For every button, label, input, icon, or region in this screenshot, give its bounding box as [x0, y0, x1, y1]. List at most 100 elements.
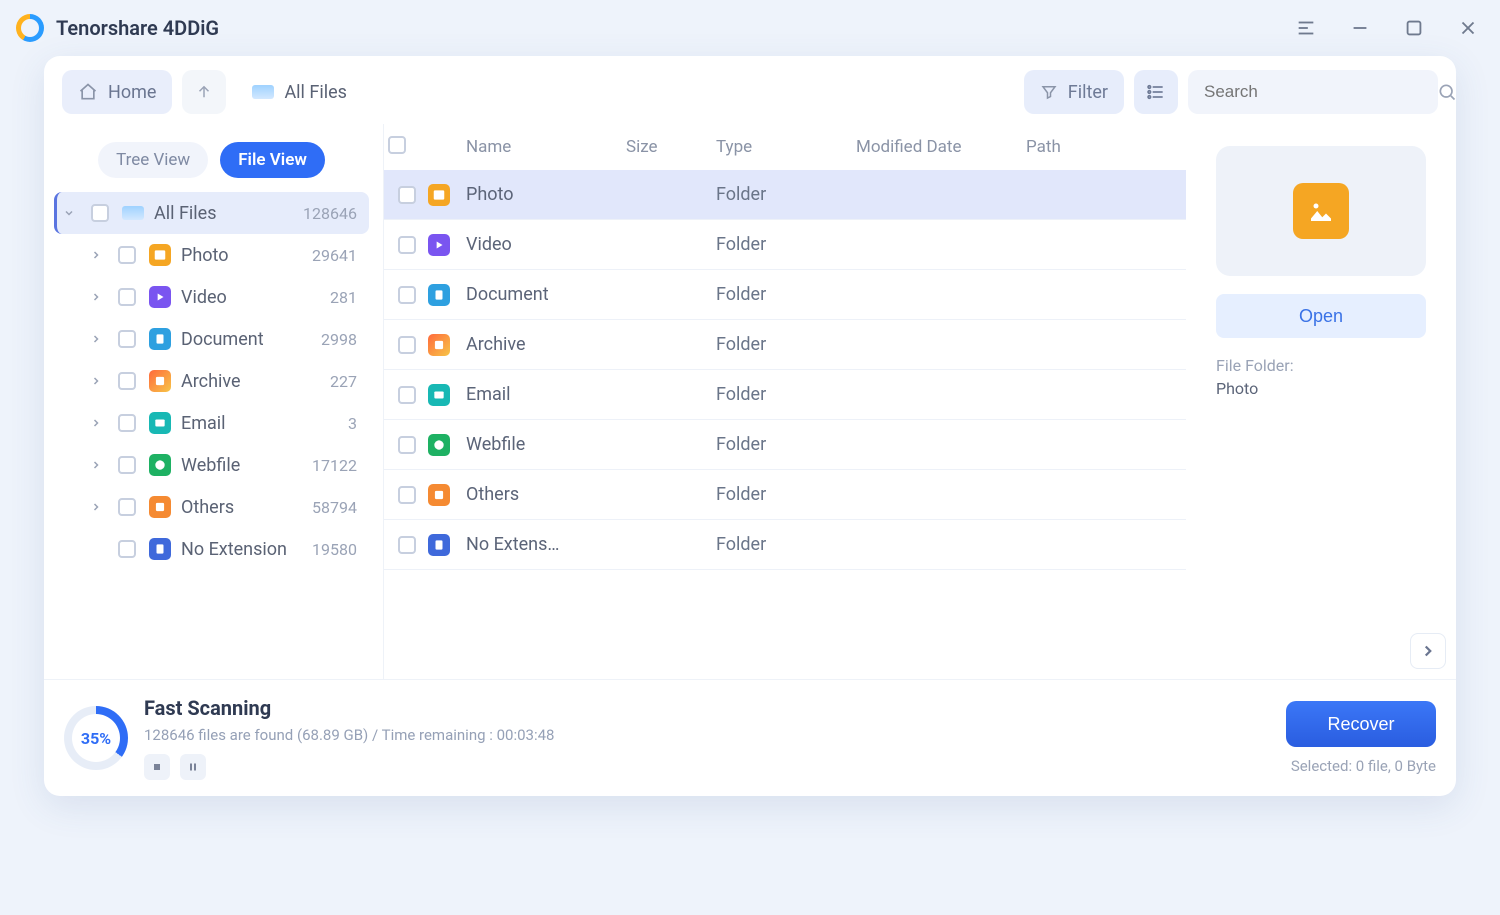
list-row[interactable]: Email Folder	[384, 370, 1186, 420]
email-icon	[149, 412, 171, 434]
close-button[interactable]	[1454, 14, 1482, 42]
tree-root-checkbox[interactable]	[91, 204, 109, 222]
row-name: Webfile	[466, 434, 626, 455]
webfile-icon	[149, 454, 171, 476]
minimize-button[interactable]	[1346, 14, 1374, 42]
progress-percent: 35%	[81, 729, 111, 748]
row-checkbox[interactable]	[398, 186, 416, 204]
search-box[interactable]	[1188, 70, 1438, 114]
document-icon	[428, 284, 466, 306]
tree-item-photo[interactable]: Photo 29641	[54, 234, 369, 276]
tree-item-document[interactable]: Document 2998	[54, 318, 369, 360]
up-button[interactable]	[182, 70, 226, 114]
view-mode-button[interactable]	[1134, 70, 1178, 114]
preview-meta: File Folder: Photo	[1216, 356, 1426, 398]
menu-icon[interactable]	[1292, 14, 1320, 42]
tree-item-video[interactable]: Video 281	[54, 276, 369, 318]
home-button[interactable]: Home	[62, 70, 172, 114]
breadcrumb-label: All Files	[284, 82, 347, 103]
tree-item-checkbox[interactable]	[118, 414, 136, 432]
row-checkbox[interactable]	[398, 536, 416, 554]
list-header: Name Size Type Modified Date Path	[384, 124, 1186, 170]
chevron-right-icon	[90, 459, 104, 471]
tree-item-checkbox[interactable]	[118, 498, 136, 516]
noext-icon: ?	[428, 534, 466, 556]
tree-root-label: All Files	[154, 203, 293, 224]
list-row[interactable]: Video Folder	[384, 220, 1186, 270]
status-right: Recover Selected: 0 file, 0 Byte	[1286, 701, 1436, 775]
header-path[interactable]: Path	[1026, 137, 1176, 157]
next-button[interactable]	[1410, 633, 1446, 669]
archive-icon	[149, 370, 171, 392]
tree-item-webfile[interactable]: Webfile 17122	[54, 444, 369, 486]
tree-item-checkbox[interactable]	[118, 246, 136, 264]
chevron-right-icon	[90, 249, 104, 261]
tree-item-label: Webfile	[181, 455, 302, 476]
app-title: Tenorshare 4DDiG	[56, 16, 219, 40]
header-size[interactable]: Size	[626, 137, 716, 157]
noext-icon: ?	[149, 538, 171, 560]
tree-root-all-files[interactable]: All Files 128646	[54, 192, 369, 234]
svg-text:?: ?	[438, 493, 441, 499]
row-name: Photo	[466, 184, 626, 205]
file-list: Name Size Type Modified Date Path Photo …	[384, 124, 1186, 679]
tree-item-checkbox[interactable]	[118, 330, 136, 348]
header-modified[interactable]: Modified Date	[856, 137, 1026, 157]
row-type: Folder	[716, 334, 856, 355]
tree-item-checkbox[interactable]	[118, 288, 136, 306]
list-row[interactable]: Photo Folder	[384, 170, 1186, 220]
header-type[interactable]: Type	[716, 137, 856, 157]
archive-icon	[428, 334, 466, 356]
search-input[interactable]	[1202, 81, 1427, 103]
tree-item-email[interactable]: Email 3	[54, 402, 369, 444]
stop-button[interactable]	[144, 754, 170, 780]
status-bar: 35% Fast Scanning 128646 files are found…	[44, 679, 1456, 796]
tree-item-checkbox[interactable]	[118, 456, 136, 474]
tree-item-others[interactable]: ? Others 58794	[54, 486, 369, 528]
search-icon	[1437, 82, 1457, 102]
list-row[interactable]: Webfile Folder	[384, 420, 1186, 470]
list-icon	[1146, 82, 1166, 102]
maximize-button[interactable]	[1400, 14, 1428, 42]
photo-icon	[1293, 183, 1349, 239]
list-row[interactable]: ? Others Folder	[384, 470, 1186, 520]
preview-panel: Open File Folder: Photo	[1186, 124, 1456, 679]
tab-tree-view[interactable]: Tree View	[98, 142, 208, 178]
disk-icon	[252, 85, 274, 99]
row-name: Document	[466, 284, 626, 305]
svg-text:?: ?	[159, 547, 162, 553]
recover-button[interactable]: Recover	[1286, 701, 1436, 747]
row-checkbox[interactable]	[398, 236, 416, 254]
list-row[interactable]: Archive Folder	[384, 320, 1186, 370]
tree-item-label: Photo	[181, 245, 302, 266]
breadcrumb[interactable]: All Files	[236, 70, 363, 114]
row-checkbox[interactable]	[398, 436, 416, 454]
up-arrow-icon	[195, 83, 213, 101]
row-name: Video	[466, 234, 626, 255]
filter-button[interactable]: Filter	[1024, 70, 1124, 114]
tree-item-checkbox[interactable]	[118, 372, 136, 390]
list-row[interactable]: Document Folder	[384, 270, 1186, 320]
tree-item-count: 29641	[312, 246, 357, 265]
email-icon	[428, 384, 466, 406]
scan-info: Fast Scanning 128646 files are found (68…	[144, 696, 554, 780]
open-button[interactable]: Open	[1216, 294, 1426, 338]
sidebar: Tree View File View All Files 128646 Pho…	[44, 124, 384, 679]
row-checkbox[interactable]	[398, 386, 416, 404]
row-checkbox[interactable]	[398, 486, 416, 504]
home-label: Home	[108, 82, 156, 103]
header-checkbox[interactable]	[388, 136, 406, 154]
row-checkbox[interactable]	[398, 286, 416, 304]
tree-item-checkbox[interactable]	[118, 540, 136, 558]
pause-button[interactable]	[180, 754, 206, 780]
selected-summary: Selected: 0 file, 0 Byte	[1291, 757, 1436, 775]
tree-item-count: 19580	[312, 540, 357, 559]
chevron-right-icon	[90, 333, 104, 345]
list-row[interactable]: ? No Extens… Folder	[384, 520, 1186, 570]
tree-item-noext[interactable]: ? No Extension 19580	[54, 528, 369, 570]
header-name[interactable]: Name	[466, 137, 626, 157]
tree-item-archive[interactable]: Archive 227	[54, 360, 369, 402]
tab-file-view[interactable]: File View	[220, 142, 325, 178]
row-checkbox[interactable]	[398, 336, 416, 354]
video-icon	[428, 234, 466, 256]
